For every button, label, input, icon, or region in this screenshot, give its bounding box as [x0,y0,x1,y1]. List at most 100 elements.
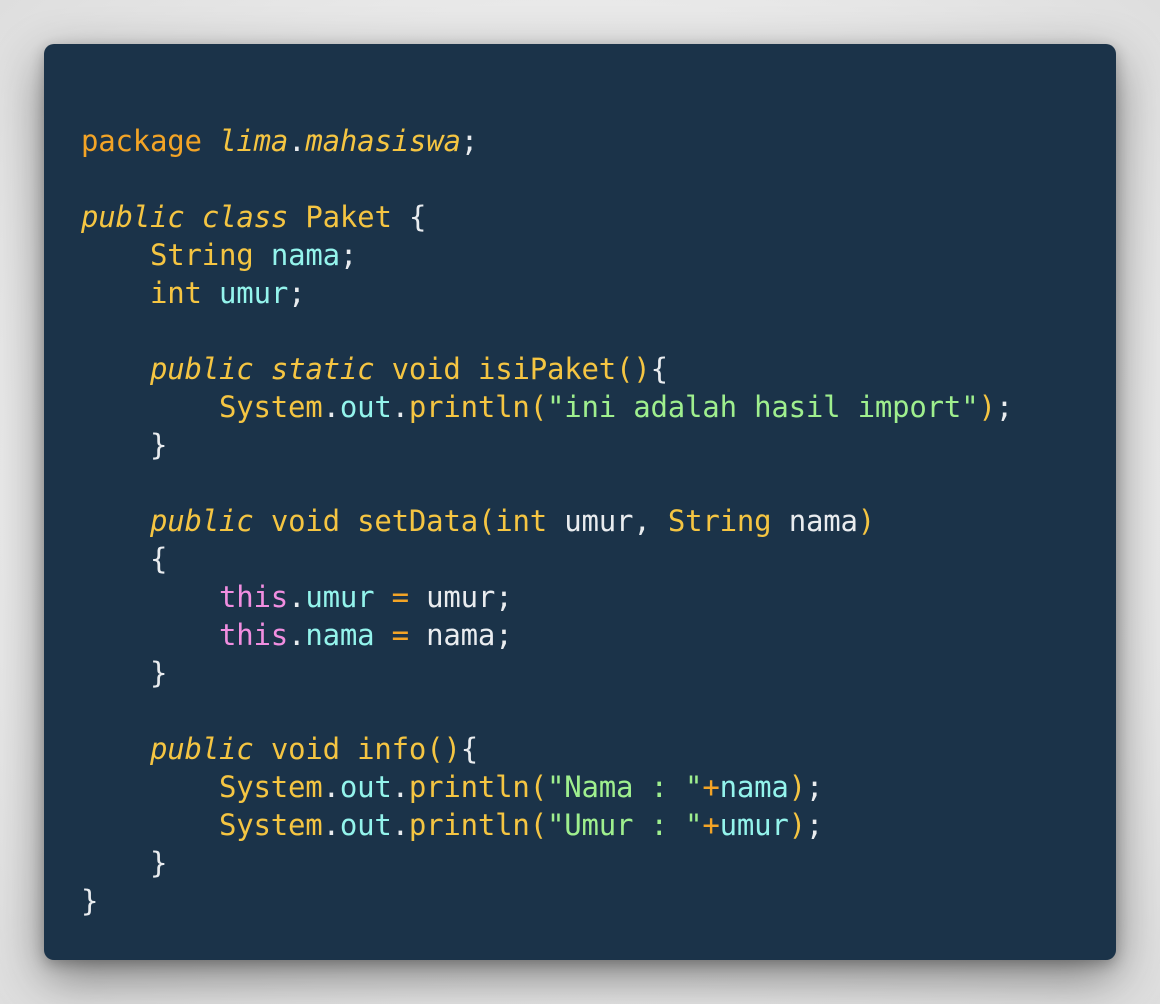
code-line-assign-umur: this.umur = umur; [81,578,1013,616]
return-type: void [391,352,461,386]
semicolon: ; [460,124,479,158]
code-line-field-umur: int umur; [81,274,1013,312]
variable: nama [426,618,496,652]
method-name: isiPaket [477,352,617,386]
class-name: Paket [305,200,392,234]
semicolon: ; [339,238,358,272]
code-line-close-brace: } [81,654,1013,692]
code-line-println-nama: System.out.println("Nama : "+nama); [81,768,1013,806]
brace: } [150,656,168,690]
modifier: public [150,732,254,766]
string-literal: "Umur : " [546,808,703,842]
code-line-assign-nama: this.nama = nama; [81,616,1013,654]
method-name: println [408,808,530,842]
assign-operator: = [391,618,409,652]
field-name: out [339,808,392,842]
semicolon: ; [995,390,1013,424]
paren-open: ( [529,390,547,424]
concat-operator: + [702,770,720,804]
field-name: out [339,770,392,804]
variable: umur [426,580,496,614]
modifier: public [81,200,185,234]
code-snippet-card: package lima.mahasiswa; public class Pak… [44,44,1116,960]
comma: , [633,504,651,538]
brace: { [150,542,168,576]
param-type: String [667,504,772,538]
paren-close: ) [978,390,996,424]
object-name: System [219,808,323,842]
method-name: println [408,770,530,804]
string-literal: "ini adalah hasil import" [546,390,979,424]
code-line-method-info: public void info(){ [81,730,1013,768]
dot: . [322,390,340,424]
brace: } [150,428,168,462]
paren-close: ) [857,504,875,538]
dot: . [322,770,340,804]
paren-close: ) [788,770,806,804]
code-line-open-brace: { [81,540,1013,578]
code-line-close-brace: } [81,426,1013,464]
object-name: System [219,390,323,424]
code-line-field-nama: String nama; [81,236,1013,274]
semicolon: ; [495,580,513,614]
code-block: package lima.mahasiswa; public class Pak… [81,122,1013,920]
semicolon: ; [805,770,824,804]
field-name: nama [270,238,340,272]
brace: } [81,884,99,918]
parens: () [616,352,651,386]
dot: . [288,580,306,614]
variable: umur [719,808,789,842]
dot: . [391,770,409,804]
brace: { [650,352,668,386]
modifier: static [270,352,375,386]
code-line-method-setdata: public void setData(int umur, String nam… [81,502,1013,540]
paren-open: ( [529,808,547,842]
return-type: void [270,732,340,766]
object-name: System [219,770,323,804]
type-name: int [150,276,202,310]
paren-close: ) [788,808,806,842]
dot: . [391,808,409,842]
semicolon: ; [288,276,306,310]
variable: nama [719,770,789,804]
field-name: umur [219,276,289,310]
type-name: String [150,238,254,272]
concat-operator: + [702,808,720,842]
field-name: nama [305,618,375,652]
code-line-close-brace: } [81,844,1013,882]
package-name-part: lima [219,124,289,158]
string-literal: "Nama : " [546,770,703,804]
assign-operator: = [391,580,409,614]
code-line-println: System.out.println("ini adalah hasil imp… [81,388,1013,426]
brace: { [408,200,427,234]
semicolon: ; [495,618,513,652]
dot: . [288,124,306,158]
paren-open: ( [477,504,496,538]
field-name: umur [305,580,375,614]
param-type: int [495,504,548,538]
paren-open: ( [529,770,547,804]
this-keyword: this [219,618,289,652]
param-name: umur [564,504,634,538]
code-line-close-class: } [81,882,1013,920]
method-name: println [408,390,530,424]
param-name: nama [788,504,858,538]
semicolon: ; [805,808,824,842]
dot: . [322,808,340,842]
modifier: class [201,200,289,234]
modifier: public [150,504,254,538]
package-name-part: mahasiswa [305,124,461,158]
code-line-package: package lima.mahasiswa; [81,122,1013,160]
dot: . [391,390,409,424]
brace: } [150,846,168,880]
code-line-method-isipaket: public static void isiPaket(){ [81,350,1013,388]
method-name: info [357,732,427,766]
code-line-println-umur: System.out.println("Umur : "+umur); [81,806,1013,844]
code-line-class-decl: public class Paket { [81,198,1013,236]
keyword-package: package [81,124,202,158]
brace: { [460,732,478,766]
